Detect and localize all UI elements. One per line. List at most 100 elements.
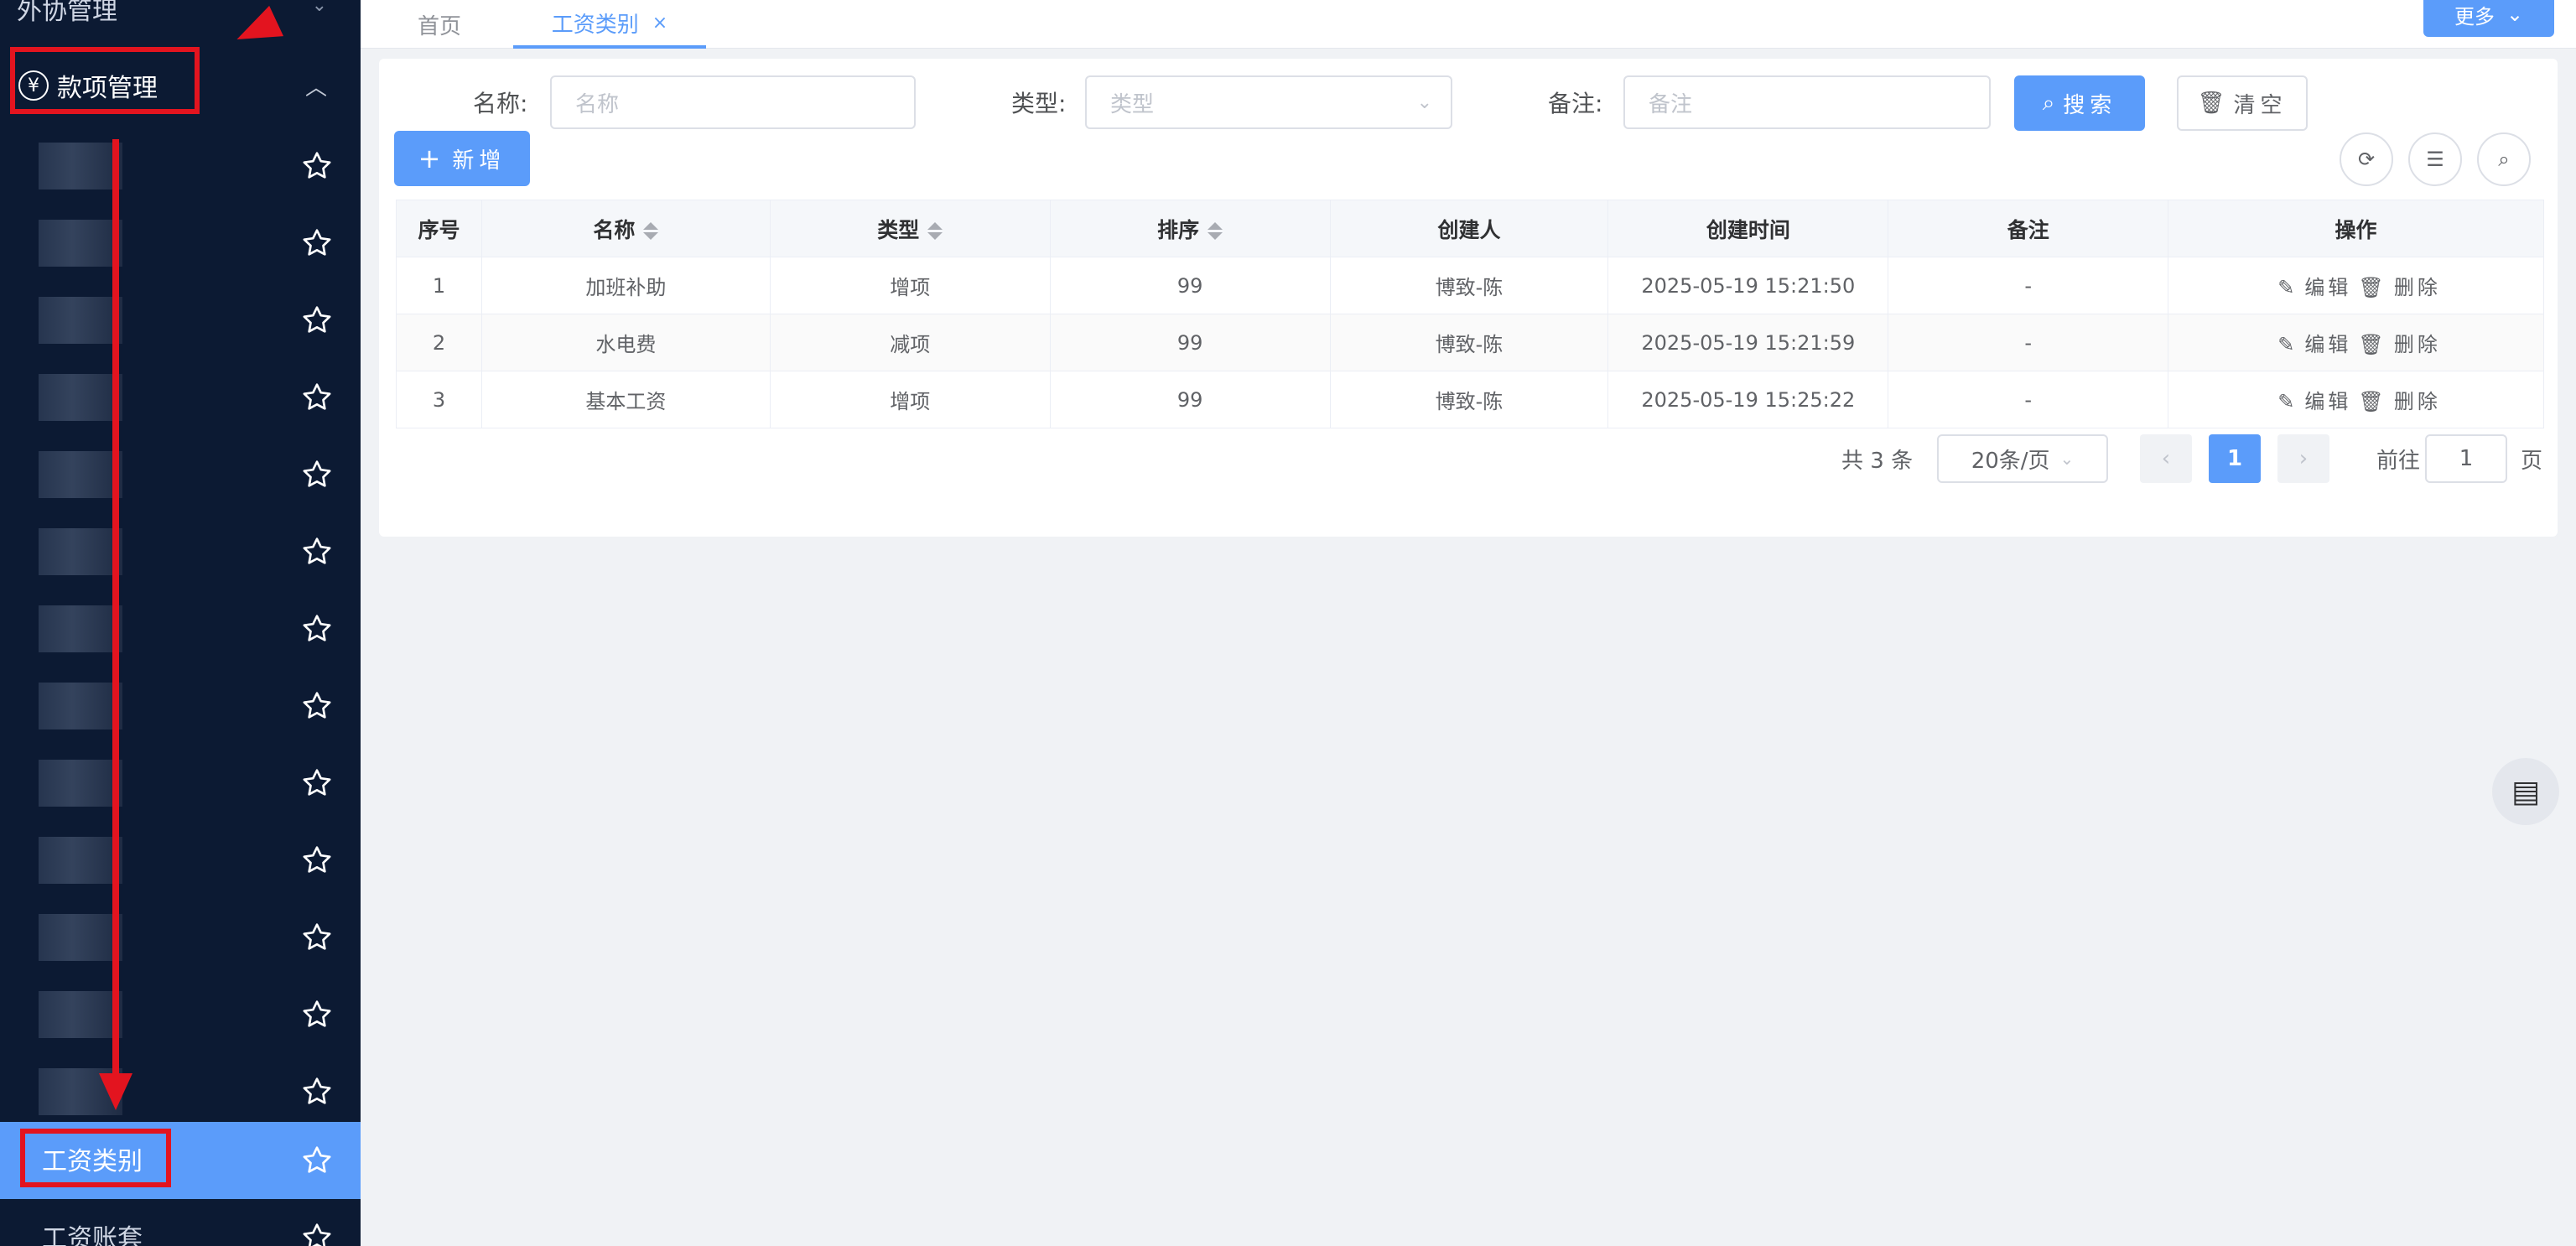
star-icon[interactable] <box>300 226 334 260</box>
edit-icon: ✎ <box>2277 276 2298 299</box>
edit-button[interactable]: ✎ 编辑 <box>2271 390 2351 413</box>
refresh-button[interactable]: ⟳ <box>2340 132 2393 186</box>
sort-icon[interactable] <box>927 220 943 242</box>
search-icon: ⌕ <box>2042 90 2055 116</box>
tab-home[interactable]: 首页 <box>418 0 461 49</box>
sidebar-item-outsourcing[interactable]: 外协管理 ⌄ <box>0 0 361 34</box>
star-icon[interactable] <box>300 1144 334 1177</box>
edit-button[interactable]: ✎ 编辑 <box>2271 333 2351 356</box>
sliders-icon: ☰ <box>2426 148 2444 171</box>
column-settings-button[interactable]: ☰ <box>2408 132 2462 186</box>
remark-input[interactable]: 备注 <box>1623 75 1991 129</box>
star-icon[interactable] <box>300 998 334 1031</box>
sort-icon[interactable] <box>643 220 659 242</box>
edit-icon: ✎ <box>2277 390 2298 413</box>
table-cell: 博致-陈 <box>1329 314 1609 371</box>
chevron-down-icon: ⌄ <box>1416 92 1432 113</box>
close-icon[interactable]: × <box>652 13 667 34</box>
star-icon[interactable] <box>300 535 334 568</box>
star-icon[interactable] <box>300 1075 334 1108</box>
sidebar-item-blurred[interactable] <box>0 205 361 282</box>
sidebar-item-blurred[interactable] <box>0 976 361 1053</box>
sidebar-item-blurred[interactable] <box>0 667 361 745</box>
table-cell: 99 <box>1049 257 1331 314</box>
table-cell: 2025-05-19 15:25:22 <box>1607 371 1889 428</box>
blurred-label <box>39 760 122 807</box>
name-input[interactable]: 名称 <box>550 75 916 129</box>
column-header: 序号 <box>396 200 482 257</box>
star-icon[interactable] <box>300 689 334 723</box>
table-cell-actions: ✎ 编辑 🗑 删除 <box>2168 314 2544 371</box>
page-number-current[interactable]: 1 <box>2209 434 2261 483</box>
sidebar-item-salary-account[interactable]: 工资账套 <box>0 1199 361 1246</box>
remark-label: 备注: <box>1548 90 1603 117</box>
sort-icon[interactable] <box>1208 220 1223 242</box>
prev-page-button[interactable]: ‹ <box>2140 434 2192 483</box>
yen-icon: ¥ <box>18 70 49 101</box>
document-float-button[interactable]: ▤ <box>2492 758 2559 825</box>
star-icon[interactable] <box>300 921 334 954</box>
sidebar-item-blurred[interactable] <box>0 822 361 899</box>
sidebar-item-salary-category[interactable]: 工资类别 <box>0 1122 361 1199</box>
blurred-label <box>39 220 122 267</box>
table-cell: 1 <box>396 257 482 314</box>
star-icon[interactable] <box>300 304 334 337</box>
star-icon[interactable] <box>300 149 334 183</box>
document-icon: ▤ <box>2511 774 2540 809</box>
sidebar-item-blurred[interactable] <box>0 745 361 822</box>
clear-label: 清空 <box>2233 92 2288 118</box>
trash-icon: 🗑 <box>2358 390 2387 413</box>
page-size-value: 20条/页 <box>1971 448 2050 474</box>
star-icon[interactable] <box>300 1221 334 1246</box>
sidebar-item-blurred[interactable] <box>0 436 361 513</box>
table-cell: 增项 <box>769 371 1051 428</box>
goto-label: 前往 <box>2376 448 2421 474</box>
column-header-label: 序号 <box>418 217 460 242</box>
data-table: 序号 名称 类型 排序 创建人 创建时间 备注 操作 1 加班补助 增项 99 博致-陈 2025-05… <box>396 200 2544 428</box>
star-icon[interactable] <box>300 766 334 800</box>
search-button[interactable]: ⌕ 搜索 <box>2014 75 2145 131</box>
delete-button[interactable]: 🗑 删除 <box>2351 390 2440 413</box>
column-header[interactable]: 名称 <box>480 200 771 257</box>
more-button[interactable]: 更多 ⌄ <box>2423 0 2554 37</box>
chevron-left-icon: ‹ <box>2161 446 2171 471</box>
star-icon[interactable] <box>300 381 334 414</box>
sidebar-item-blurred[interactable] <box>0 513 361 590</box>
clear-button[interactable]: 🗑 清空 <box>2177 75 2308 131</box>
blurred-label <box>39 605 122 652</box>
star-icon[interactable] <box>300 612 334 646</box>
goto-page-input[interactable]: 1 <box>2425 434 2507 483</box>
toggle-search-button[interactable]: ⌕ <box>2477 132 2531 186</box>
edit-button[interactable]: ✎ 编辑 <box>2271 276 2351 299</box>
sidebar-item-blurred[interactable] <box>0 282 361 359</box>
sidebar-item-blurred[interactable] <box>0 590 361 667</box>
delete-button[interactable]: 🗑 删除 <box>2351 333 2440 356</box>
table-cell-actions: ✎ 编辑 🗑 删除 <box>2168 257 2544 314</box>
blurred-label <box>39 451 122 498</box>
add-button[interactable]: + 新增 <box>394 131 530 186</box>
trash-icon: 🗑 <box>2197 91 2225 116</box>
column-header: 创建时间 <box>1607 200 1889 257</box>
next-page-button[interactable]: › <box>2277 434 2329 483</box>
sidebar-item-label: 工资类别 <box>42 1147 143 1176</box>
column-header[interactable]: 类型 <box>769 200 1051 257</box>
search-icon: ⌕ <box>2498 148 2510 171</box>
table-cell: - <box>1888 257 2169 314</box>
star-icon[interactable] <box>300 844 334 877</box>
remark-placeholder: 备注 <box>1649 91 1693 117</box>
sidebar-item-blurred[interactable] <box>0 899 361 976</box>
type-select[interactable]: 类型 ⌄ <box>1085 75 1452 129</box>
sidebar-item-blurred[interactable] <box>0 359 361 436</box>
refresh-icon: ⟳ <box>2357 148 2376 171</box>
sidebar-item-blurred[interactable] <box>0 127 361 205</box>
edit-label: 编辑 <box>2304 390 2352 413</box>
sidebar-item-blurred[interactable] <box>0 1053 361 1130</box>
page-size-select[interactable]: 20条/页 ⌄ <box>1937 434 2108 483</box>
column-header[interactable]: 排序 <box>1049 200 1331 257</box>
chevron-down-icon: ⌄ <box>2059 449 2075 469</box>
delete-button[interactable]: 🗑 删除 <box>2351 276 2440 299</box>
star-icon[interactable] <box>300 458 334 491</box>
blurred-label <box>39 837 122 884</box>
tab-salary-category[interactable]: 工资类别 × <box>513 0 706 49</box>
sidebar-group-payments[interactable]: ¥ 款项管理 ︿ <box>0 49 361 122</box>
